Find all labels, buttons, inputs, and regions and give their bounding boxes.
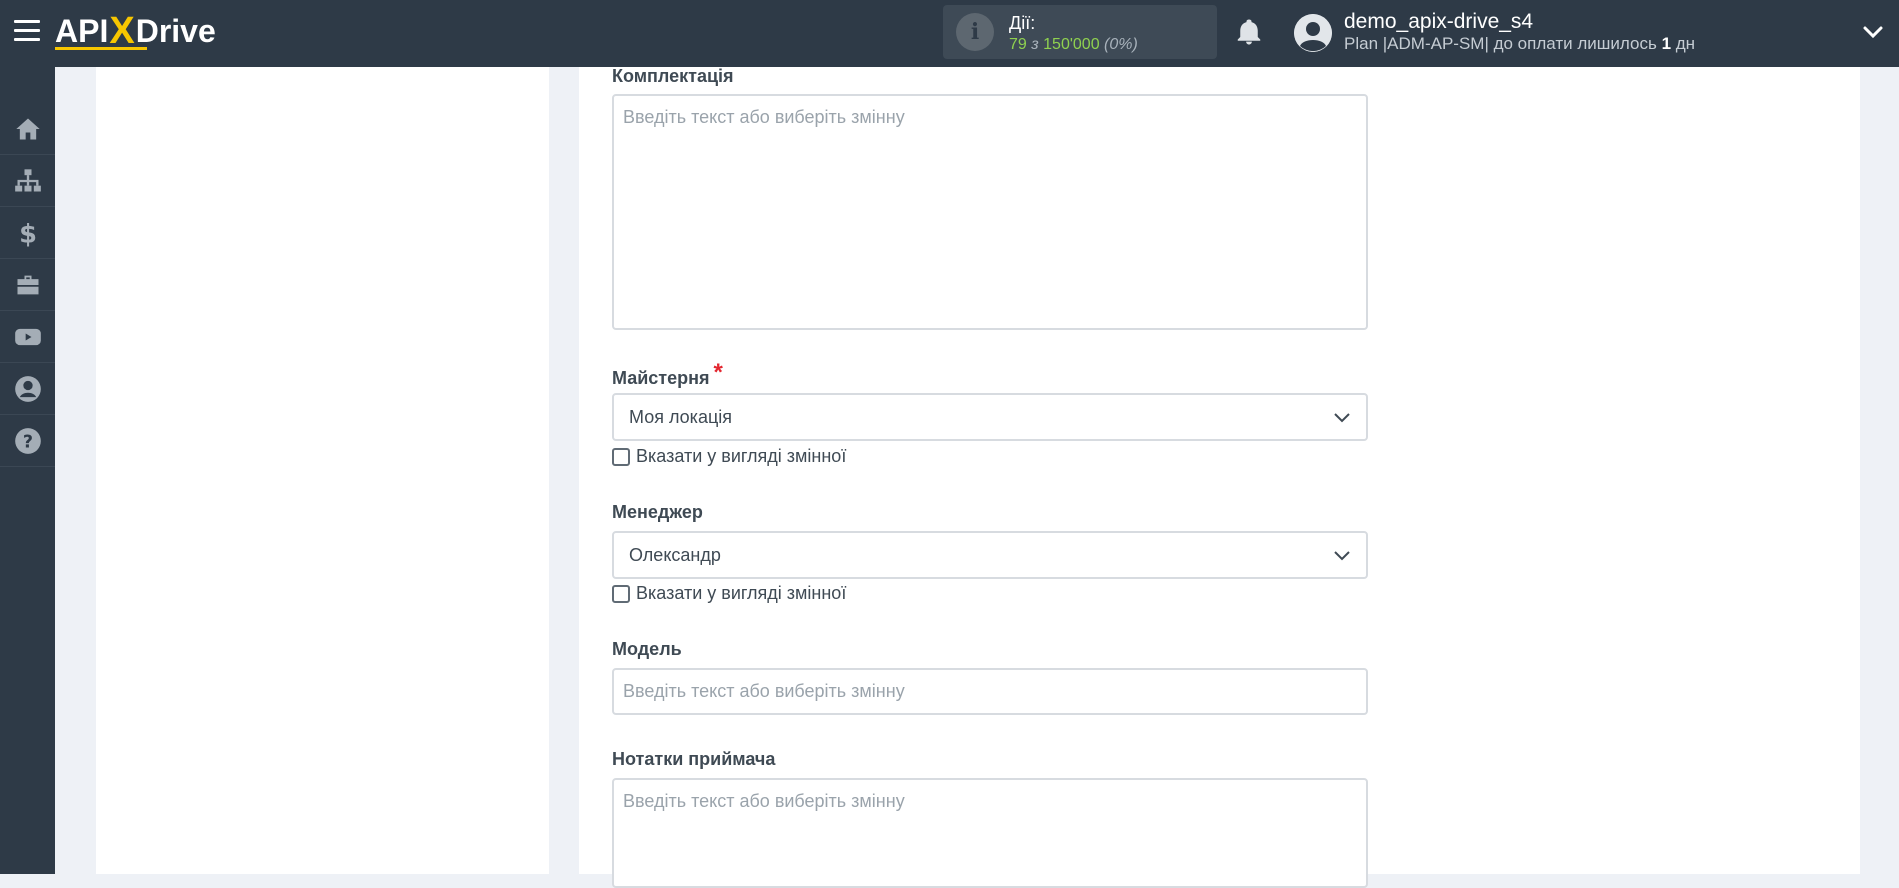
- model-input[interactable]: Введіть текст або виберіть змінну: [612, 668, 1368, 715]
- receiver-notes-label: Нотатки приймача: [612, 749, 776, 769]
- user-circle-icon: [14, 375, 41, 402]
- manager-variable-label: Вказати у вигляді змінної: [636, 583, 847, 603]
- question-circle-icon: ?: [14, 427, 41, 454]
- briefcase-icon: [17, 275, 38, 294]
- plan-info: Plan |ADM-AP-SM| до оплати лишилось 1 дн: [1344, 34, 1695, 54]
- sidebar-item-connections[interactable]: [0, 155, 55, 207]
- chevron-down-icon: [1334, 413, 1350, 423]
- manager-variable-checkbox[interactable]: [612, 584, 630, 603]
- manager-variable-toggle[interactable]: Вказати у вигляді змінної: [612, 583, 846, 604]
- workshop-label: Майстерня *: [612, 359, 723, 391]
- workshop-variable-checkbox[interactable]: [612, 447, 630, 466]
- sidebar: $ ?: [0, 67, 55, 874]
- user-avatar-icon: [1294, 14, 1332, 52]
- actions-used: 79: [1009, 36, 1027, 53]
- top-bar: API X Drive i Дії: 79 з 150'000 (0%) demo_…: [0, 0, 1899, 67]
- plan-days-suffix: дн: [1675, 34, 1696, 53]
- actions-total: 150'000: [1043, 36, 1100, 53]
- sidebar-item-services[interactable]: [0, 259, 55, 311]
- kit-label: Комплектація: [612, 66, 734, 86]
- chevron-down-icon[interactable]: [1862, 24, 1884, 40]
- manager-select-value: Олександр: [629, 544, 721, 565]
- actions-percent: (0%): [1104, 36, 1138, 53]
- bell-icon[interactable]: [1234, 17, 1264, 47]
- sidebar-item-video[interactable]: [0, 311, 55, 363]
- sitemap-icon: [14, 168, 41, 191]
- model-label: Модель: [612, 639, 682, 659]
- actions-count: 79 з 150'000 (0%): [1009, 36, 1138, 54]
- plan-prefix: Plan |ADM-AP-SM| до оплати лишилось: [1344, 34, 1657, 53]
- workshop-label-text: Майстерня: [612, 368, 710, 388]
- sidebar-item-help[interactable]: ?: [0, 415, 55, 467]
- sidebar-item-account[interactable]: [0, 363, 55, 415]
- chevron-down-icon: [1334, 551, 1350, 561]
- required-mark: *: [713, 359, 723, 386]
- svg-text:?: ?: [22, 432, 32, 452]
- logo-part1: API: [55, 12, 109, 49]
- dollar-icon: $: [19, 219, 37, 247]
- left-panel: [96, 67, 549, 874]
- svg-text:$: $: [19, 219, 37, 247]
- manager-label: Менеджер: [612, 502, 703, 522]
- actions-counter[interactable]: i Дії: 79 з 150'000 (0%): [943, 5, 1217, 59]
- kit-textarea[interactable]: Введіть текст або виберіть змінну: [612, 94, 1368, 330]
- sidebar-item-billing[interactable]: $: [0, 207, 55, 259]
- plan-days: 1: [1661, 34, 1672, 53]
- manager-select[interactable]: Олександр: [612, 531, 1368, 579]
- logo-underline: [55, 47, 147, 50]
- menu-icon[interactable]: [14, 20, 40, 42]
- home-icon: [15, 118, 40, 139]
- receiver-notes-textarea[interactable]: Введіть текст або виберіть змінну: [612, 778, 1368, 888]
- youtube-icon: [14, 328, 41, 345]
- actions-label: Дії:: [1009, 13, 1036, 33]
- info-icon: i: [956, 13, 994, 51]
- logo-part2: Drive: [135, 12, 216, 49]
- user-name[interactable]: demo_apix-drive_s4: [1344, 10, 1533, 34]
- avatar[interactable]: [1294, 14, 1332, 52]
- apixdrive-logo[interactable]: API X Drive: [55, 10, 216, 52]
- sidebar-item-home[interactable]: [0, 103, 55, 155]
- workshop-select-value: Моя локація: [629, 406, 733, 427]
- workshop-select[interactable]: Моя локація: [612, 393, 1368, 441]
- workshop-variable-label: Вказати у вигляді змінної: [636, 446, 847, 466]
- workshop-variable-toggle[interactable]: Вказати у вигляді змінної: [612, 446, 846, 467]
- actions-of: з: [1031, 36, 1039, 53]
